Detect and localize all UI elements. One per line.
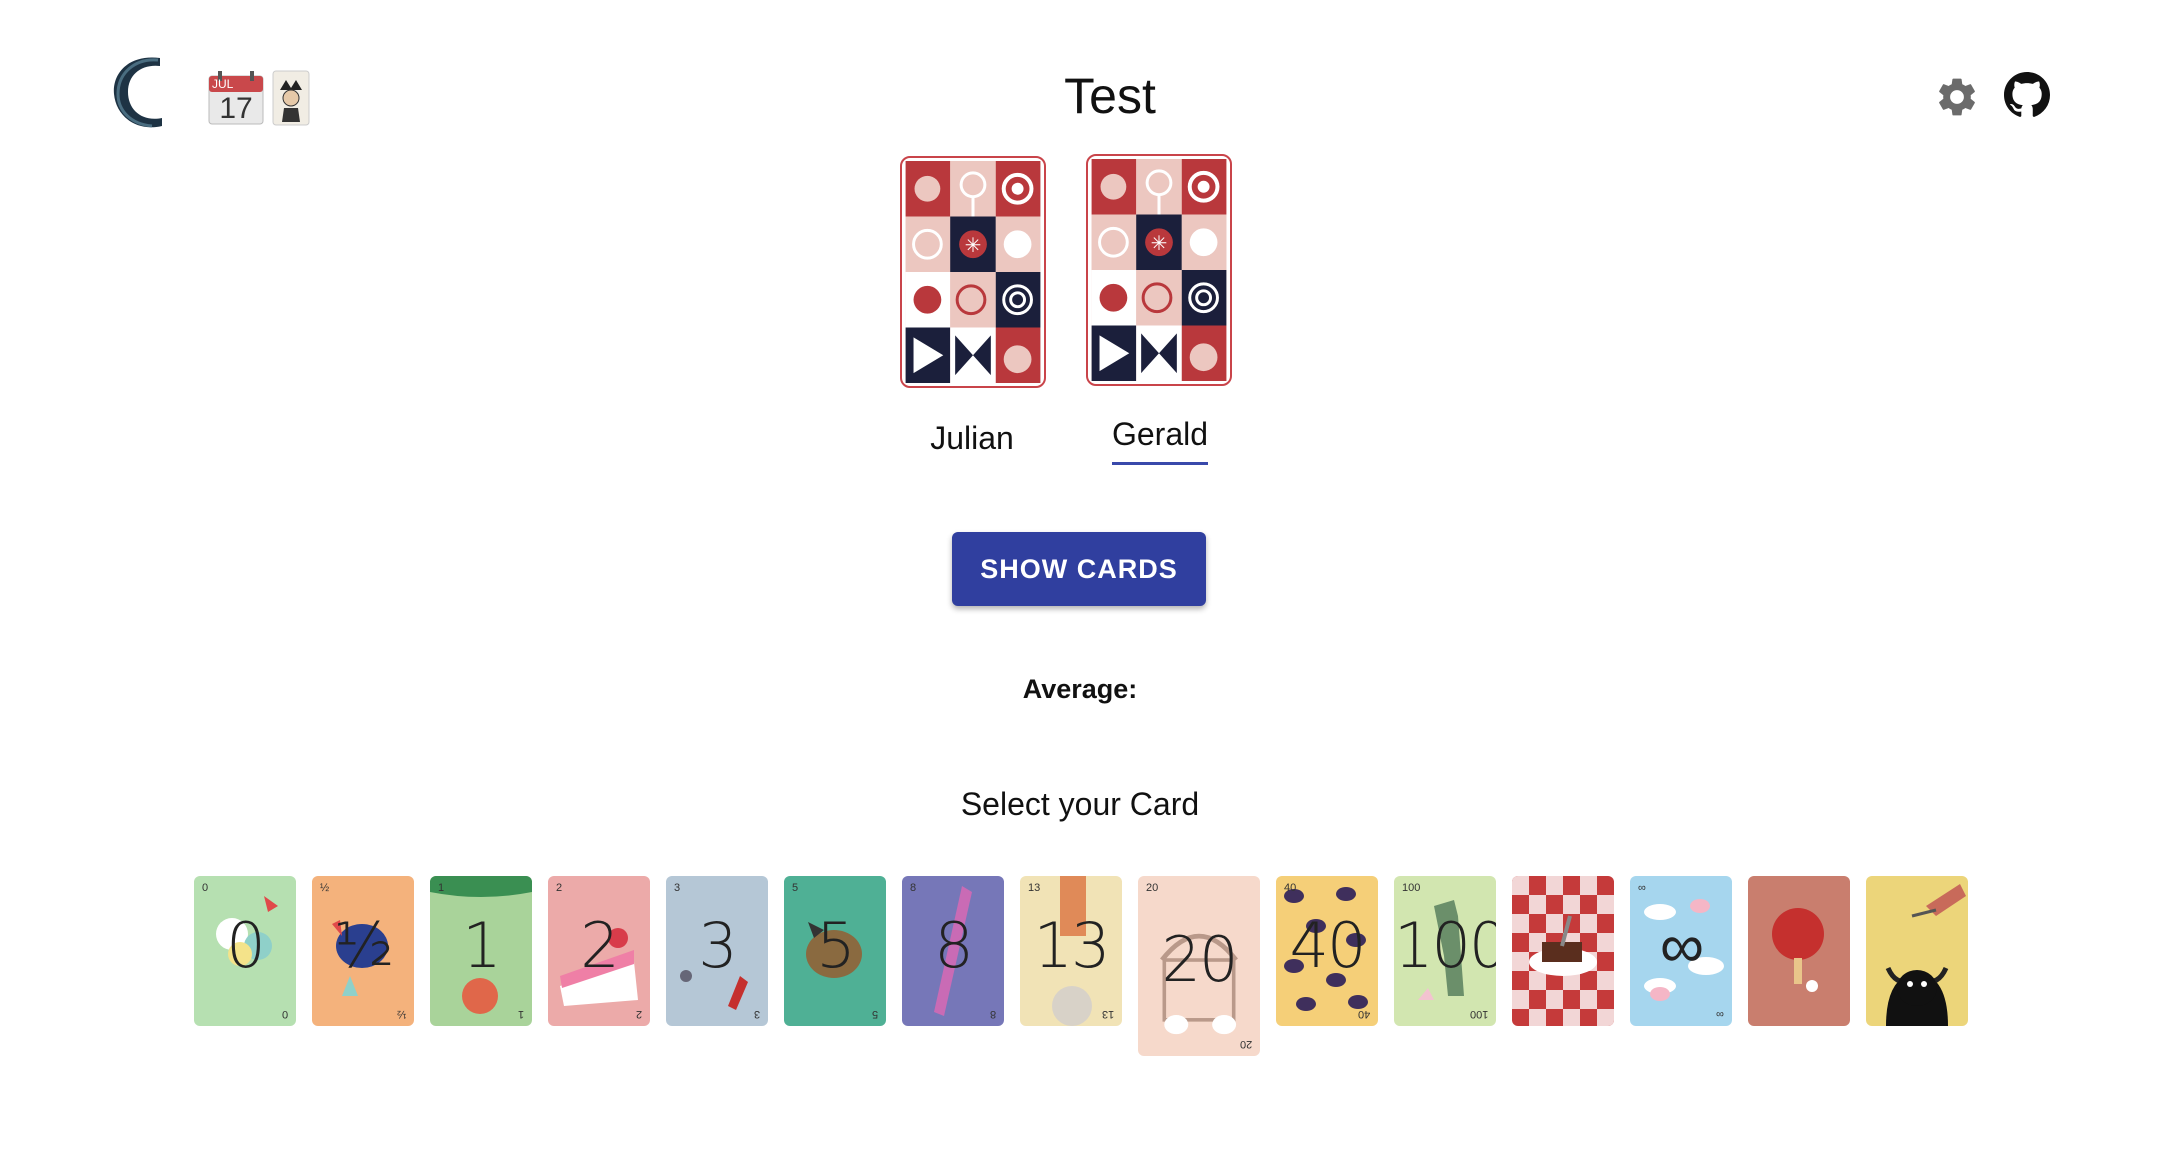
svg-text:✳: ✳ xyxy=(1151,233,1168,255)
card-corner-value: 40 xyxy=(1357,1008,1370,1020)
card-corner-value: 5 xyxy=(871,1008,878,1020)
card-back-pattern: ✳ xyxy=(1091,159,1227,381)
card-corner-value: 8 xyxy=(989,1008,996,1020)
card-corner-value: 0 xyxy=(202,882,209,894)
svg-text:✳: ✳ xyxy=(965,235,982,257)
card-value: 5 xyxy=(816,909,855,982)
average-label: Average: xyxy=(1022,674,1138,704)
card-corner-value: ½ xyxy=(396,1008,406,1020)
card-value: 8 xyxy=(934,909,973,982)
card-corner-value: ∞ xyxy=(1638,882,1646,894)
card-value: 13 xyxy=(1033,909,1111,982)
github-icon[interactable] xyxy=(2004,72,2050,118)
deck-card-13[interactable]: 13 13 13 xyxy=(1020,876,1122,1026)
card-value: 2 xyxy=(580,909,619,982)
deck-card-2[interactable]: 2 2 2 xyxy=(548,876,650,1026)
card-corner-value: 40 xyxy=(1284,882,1297,894)
card-corner-value: 1 xyxy=(438,882,445,894)
deck-card-3[interactable]: 3 3 3 xyxy=(666,876,768,1026)
card-corner-value: 13 xyxy=(1028,882,1041,894)
card-value: 20 xyxy=(1161,923,1239,996)
card-corner-value: 0 xyxy=(281,1008,288,1020)
calendar-day: 17 xyxy=(219,92,253,125)
deck-card-ping-pong-icon[interactable] xyxy=(1748,876,1850,1026)
card-corner-value: 1 xyxy=(517,1008,524,1020)
card-back-pattern: ✳ xyxy=(905,161,1041,383)
card-corner-value: 3 xyxy=(674,882,681,894)
card-corner-value: 13 xyxy=(1101,1008,1114,1020)
show-cards-button[interactable]: SHOW CARDS xyxy=(952,532,1206,606)
deck-card-100[interactable]: 100 100 100 xyxy=(1394,876,1496,1026)
page-title: Test xyxy=(1064,68,1156,124)
deck-card-bull-icon[interactable] xyxy=(1866,876,1968,1026)
gear-icon[interactable] xyxy=(1934,74,1980,120)
card-value: ∞ xyxy=(1659,909,1704,982)
jester-icon xyxy=(272,70,310,126)
card-corner-value: 2 xyxy=(556,882,563,894)
active-player-underline xyxy=(1112,462,1208,465)
card-corner-value: 8 xyxy=(910,882,917,894)
card-corner-value: 2 xyxy=(635,1008,642,1020)
card-value: 40 xyxy=(1289,909,1367,982)
player-card-back: ✳ xyxy=(900,156,1046,388)
deck-card-8[interactable]: 8 8 8 xyxy=(902,876,1004,1026)
card-corner-value: 100 xyxy=(1402,882,1421,894)
deck-card-½[interactable]: ½ ½ ½ xyxy=(312,876,414,1026)
card-corner-value: 100 xyxy=(1469,1008,1488,1020)
select-card-heading: Select your Card xyxy=(960,786,1200,822)
deck-card-0[interactable]: 0 0 0 xyxy=(194,876,296,1026)
brownie-icon xyxy=(1512,876,1614,1026)
card-value: 3 xyxy=(698,909,737,982)
deck-card-1[interactable]: 1 1 1 xyxy=(430,876,532,1026)
player-name-gerald: Gerald xyxy=(1111,416,1209,452)
player-name-julian: Julian xyxy=(930,420,1014,456)
logo-icon[interactable] xyxy=(108,50,174,134)
deck-card-brownie-icon[interactable] xyxy=(1512,876,1614,1026)
card-value: 100 xyxy=(1394,909,1496,982)
ping-pong-icon xyxy=(1772,908,1824,992)
deck-card-40[interactable]: 40 40 40 xyxy=(1276,876,1378,1026)
deck-card-5[interactable]: 5 5 5 xyxy=(784,876,886,1026)
card-corner-value: 3 xyxy=(753,1008,760,1020)
card-value: 1 xyxy=(462,909,501,982)
player-card-back: ✳ xyxy=(1086,154,1232,386)
card-value: 0 xyxy=(226,909,265,982)
card-corner-value: 20 xyxy=(1146,882,1159,894)
calendar-month: JUL xyxy=(212,77,234,91)
deck-card-∞[interactable]: ∞ ∞ ∞ xyxy=(1630,876,1732,1026)
deck-card-20[interactable]: 20 20 20 xyxy=(1138,876,1260,1056)
card-corner-value: ½ xyxy=(320,882,330,894)
card-corner-value: ∞ xyxy=(1716,1008,1724,1020)
card-corner-value: 5 xyxy=(792,882,799,894)
bull-icon xyxy=(1885,884,1966,1026)
calendar-icon: JUL 17 xyxy=(208,70,264,126)
card-value: ½ xyxy=(333,909,394,982)
card-corner-value: 20 xyxy=(1239,1038,1252,1050)
